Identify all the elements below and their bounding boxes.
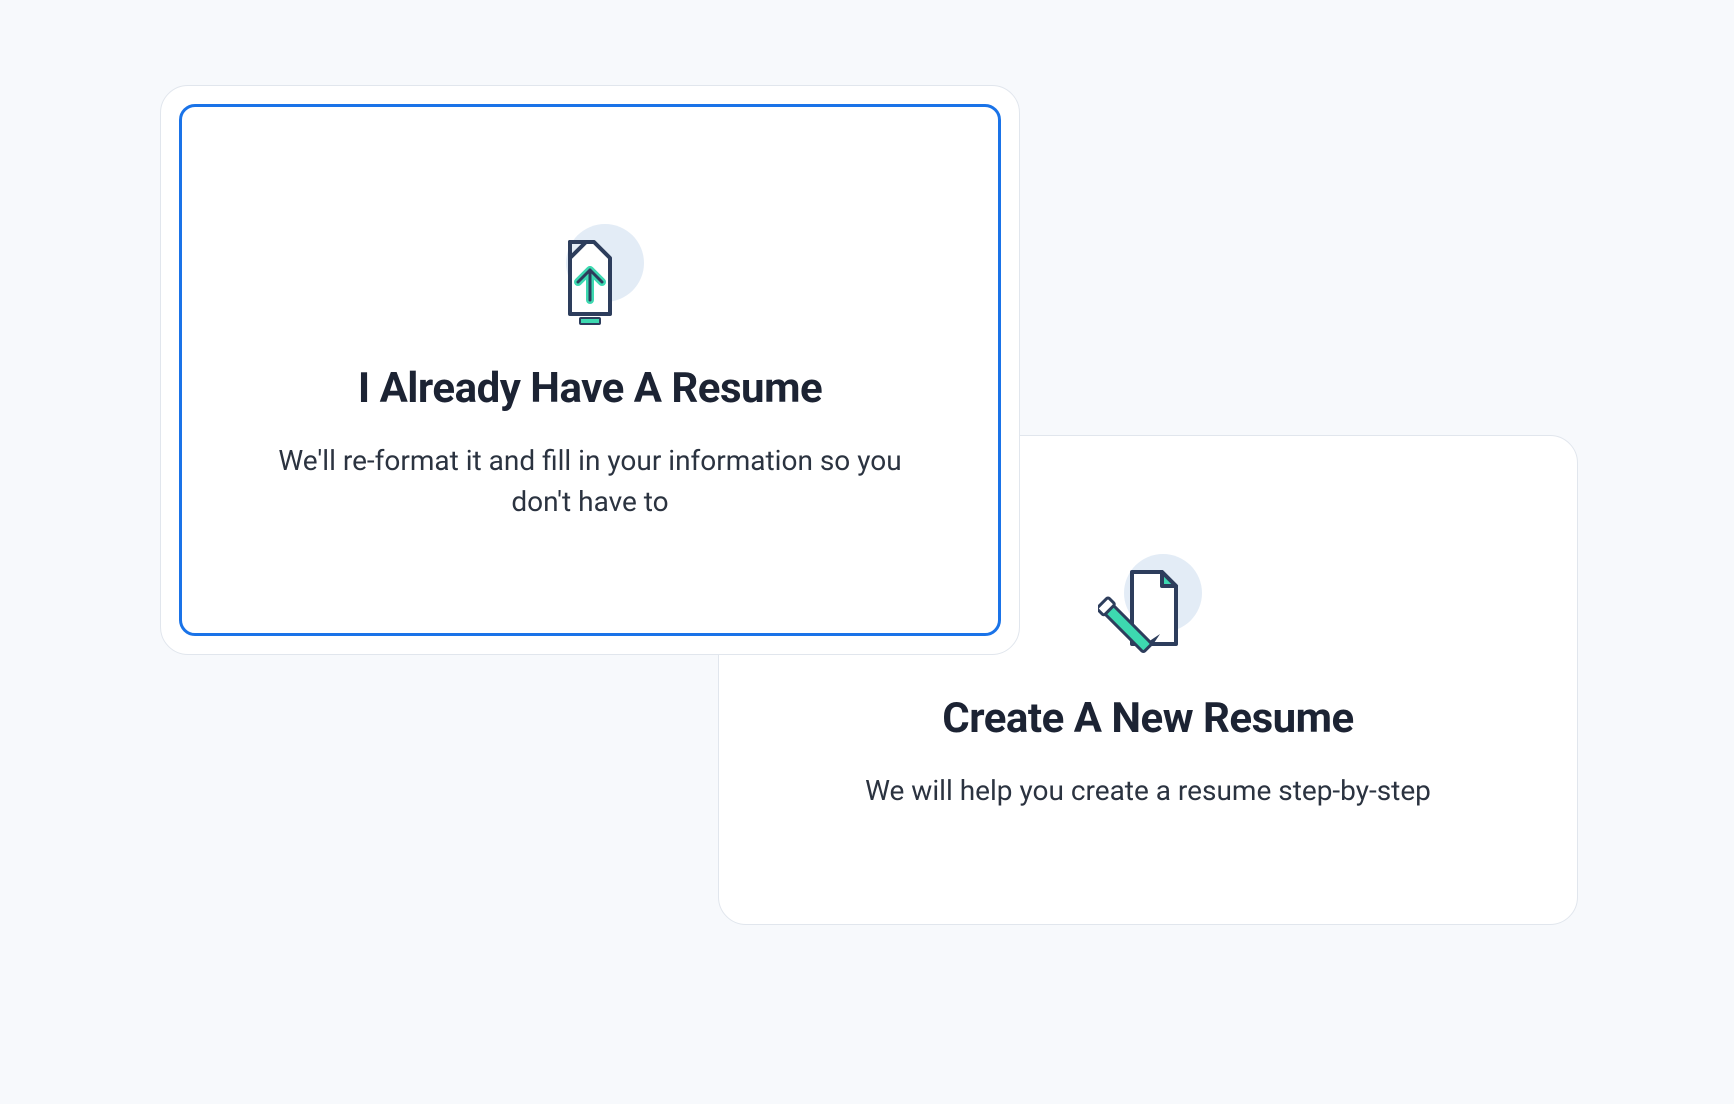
create-file-icon	[1088, 548, 1208, 668]
upload-file-icon	[530, 218, 650, 338]
option-card-upload[interactable]: I Already Have A Resume We'll re-format …	[160, 85, 1020, 655]
option-title: Create A New Resume	[942, 694, 1353, 743]
option-card-inner: I Already Have A Resume We'll re-format …	[179, 104, 1001, 636]
option-description: We'll re-format it and fill in your info…	[270, 441, 910, 522]
option-title: I Already Have A Resume	[358, 364, 822, 413]
option-description: We will help you create a resume step-by…	[865, 771, 1431, 812]
